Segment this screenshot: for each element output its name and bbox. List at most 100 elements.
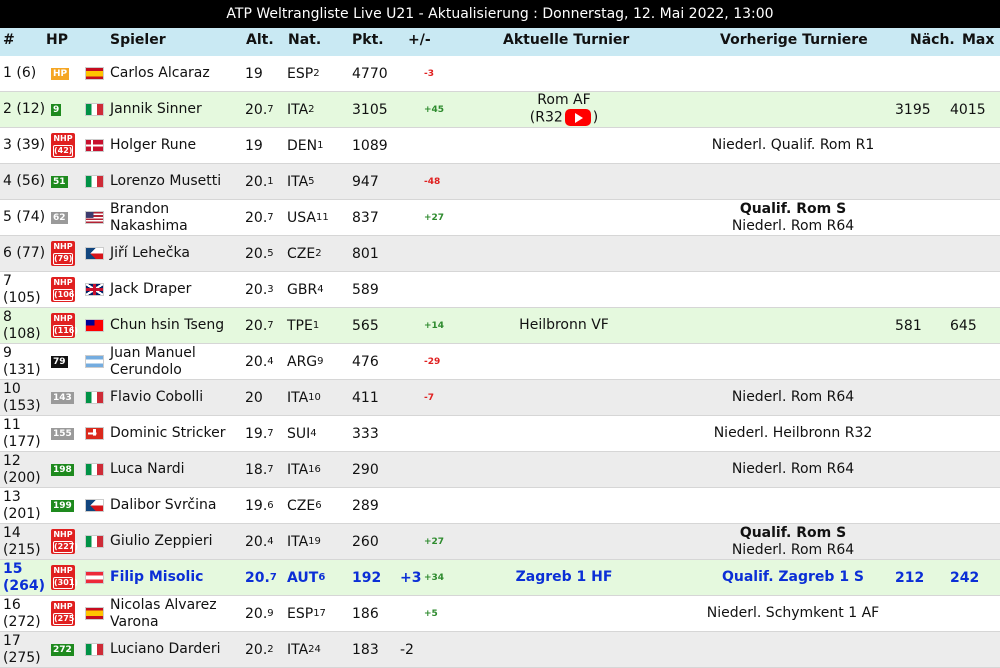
nation-code: ITA xyxy=(287,101,309,118)
table-row[interactable]: 4 (56) 51 Lorenzo Musetti 20. 1 ITA 5 947 -48 xyxy=(0,164,1000,200)
points-change-cell: +5 xyxy=(424,608,438,619)
col-previous[interactable]: Vorherige Turniere xyxy=(720,28,868,53)
previous-tournaments-cell: Niederl. Heilbronn R32 xyxy=(662,416,924,451)
age-decimal: 4 xyxy=(267,356,274,367)
player-name[interactable]: Holger Rune xyxy=(110,128,250,163)
nation-cell: ITA 19 xyxy=(287,524,347,559)
col-pts[interactable]: Pkt. xyxy=(352,28,384,53)
player-name[interactable]: Carlos Alcaraz xyxy=(110,56,250,91)
player-name[interactable]: Juan Manuel Cerundolo xyxy=(110,344,250,379)
table-row[interactable]: 8 (108) NHP (116) Chun hsin Tseng 20. 7 TPE 1 56… xyxy=(0,308,1000,344)
previous-tournaments-cell xyxy=(662,92,924,127)
age-value: 20. xyxy=(245,641,268,658)
previous-tournaments-cell: Qualif. Rom S Niederl. Rom R64 xyxy=(662,200,924,235)
hp-badge: 62 xyxy=(51,211,68,224)
player-name[interactable]: Dalibor Svrčina xyxy=(110,488,250,523)
player-name[interactable]: Chun hsin Tseng xyxy=(110,308,250,343)
age-cell: 20. 4 xyxy=(245,344,290,379)
age-decimal: 4 xyxy=(267,536,274,547)
table-row[interactable]: 13 (201) 199 Dalibor Svrčina 19. 6 CZE 6 289 xyxy=(0,488,1000,524)
age-value: 20. xyxy=(245,317,268,334)
current-tournament: Heilbronn VF xyxy=(519,317,609,333)
age-cell: 20. 5 xyxy=(245,236,290,271)
previous-result: Qualif. Rom S xyxy=(739,524,847,541)
nation-cell: ESP 17 xyxy=(287,596,347,631)
nation-rank: 2 xyxy=(313,68,320,79)
table-row[interactable]: 17 (275) 272 Luciano Darderi 20. 2 ITA 24 183 -2 xyxy=(0,632,1000,668)
hp-badge: NHP (116) xyxy=(51,313,78,338)
table-row[interactable]: 6 (77) NHP (79) Jiří Lehečka 20. 5 CZE 2 801 xyxy=(0,236,1000,272)
table-row[interactable]: 2 (12) 9 Jannik Sinner 20. 7 ITA 2 3105 +45 Rom A… xyxy=(0,92,1000,128)
table-row[interactable]: 7 (105) NHP (106) Jack Draper 20. 3 GBR 4 589 xyxy=(0,272,1000,308)
previous-result: Niederl. Schymkent 1 AF xyxy=(706,605,880,621)
table-row[interactable]: 3 (39) NHP (42) Holger Rune 19 DEN 1 1089 Nieder… xyxy=(0,128,1000,164)
rank-cell: 7 (105) xyxy=(3,272,41,306)
previous-result: Niederl. Rom R64 xyxy=(731,461,855,477)
player-name[interactable]: Jiří Lehečka xyxy=(110,236,250,271)
page-title: ATP Weltrangliste Live U21 - Aktualisier… xyxy=(0,0,1000,28)
age-cell: 20. 7 xyxy=(245,200,290,235)
player-name[interactable]: Giulio Zeppieri xyxy=(110,524,250,559)
table-row[interactable]: 14 (215) NHP (227) Giulio Zeppieri 20. 4 ITA 19… xyxy=(0,524,1000,560)
player-name[interactable]: Filip Misolic xyxy=(110,560,250,595)
table-row[interactable]: 9 (131) 79 Juan Manuel Cerundolo 20. 4 ARG 9 47… xyxy=(0,344,1000,380)
points-cell: 333 xyxy=(352,425,379,442)
hp-badge: NHP (42) xyxy=(51,133,75,158)
youtube-icon[interactable] xyxy=(564,109,591,127)
col-age[interactable]: Alt. xyxy=(246,28,274,53)
player-name[interactable]: Flavio Cobolli xyxy=(110,380,250,415)
nation-rank: 19 xyxy=(308,536,321,547)
player-name[interactable]: Nicolas Alvarez Varona xyxy=(110,596,250,631)
player-name[interactable]: Brandon Nakashima xyxy=(110,200,250,235)
nation-code: AUT xyxy=(287,569,319,586)
flag-cell xyxy=(85,128,104,163)
max-points-cell xyxy=(950,236,995,271)
col-next[interactable]: Näch. xyxy=(910,28,955,53)
col-max[interactable]: Max xyxy=(962,28,994,53)
rank-change-cell xyxy=(400,128,426,163)
player-name[interactable]: Dominic Stricker xyxy=(110,416,250,451)
current-tournament-cell xyxy=(474,164,654,199)
flag-cell xyxy=(85,452,104,487)
rank-change-cell: -2 xyxy=(400,641,414,658)
table-row[interactable]: 11 (177) 155 Dominic Stricker 19. 7 SUI 4 333 Ni… xyxy=(0,416,1000,452)
player-name[interactable]: Luciano Darderi xyxy=(110,632,250,667)
col-nat[interactable]: Nat. xyxy=(288,28,321,53)
nation-rank: 16 xyxy=(308,464,321,475)
player-name[interactable]: Luca Nardi xyxy=(110,452,250,487)
flag-icon xyxy=(85,247,104,260)
points-cell: 801 xyxy=(352,245,379,262)
table-row[interactable]: 10 (153) 143 Flavio Cobolli 20 ITA 10 411 -7 Nie… xyxy=(0,380,1000,416)
rank-cell: 14 (215) xyxy=(3,524,41,558)
table-row[interactable]: 16 (272) NHP (275) Nicolas Alvarez Varona 20… xyxy=(0,596,1000,632)
table-row[interactable]: 1 (6) HP Carlos Alcaraz 19 ESP 2 4770 -3 xyxy=(0,56,1000,92)
table-row[interactable]: 15 (264) NHP (301) Filip Misolic 20. 7 AUT 6 192… xyxy=(0,560,1000,596)
rank-change-cell xyxy=(400,344,426,379)
max-points-cell xyxy=(950,416,995,451)
flag-icon xyxy=(85,283,104,296)
points-change-cell xyxy=(424,488,454,523)
flag-icon xyxy=(85,103,104,116)
current-round: (R32) xyxy=(530,109,598,127)
nation-cell: USA 11 xyxy=(287,200,347,235)
col-plusminus[interactable]: +/- xyxy=(408,28,431,53)
player-name[interactable]: Jannik Sinner xyxy=(110,92,250,127)
nation-rank: 6 xyxy=(315,500,322,511)
rank-cell: 11 (177) xyxy=(3,416,41,450)
col-rank[interactable]: # xyxy=(3,28,15,53)
next-points-cell xyxy=(895,200,950,235)
current-tournament-cell xyxy=(474,236,654,271)
points-change-cell xyxy=(424,452,454,487)
col-current[interactable]: Aktuelle Turnier xyxy=(503,28,629,53)
player-name[interactable]: Lorenzo Musetti xyxy=(110,164,250,199)
table-row[interactable]: 5 (74) 62 Brandon Nakashima 20. 7 USA 11 837 +27… xyxy=(0,200,1000,236)
player-name[interactable]: Jack Draper xyxy=(110,272,250,307)
next-points-cell xyxy=(895,632,950,667)
col-player[interactable]: Spieler xyxy=(110,28,166,53)
rank-cell: 5 (74) xyxy=(3,209,46,225)
table-row[interactable]: 12 (200) 198 Luca Nardi 18. 7 ITA 16 290 Niederl… xyxy=(0,452,1000,488)
col-hp[interactable]: HP xyxy=(46,28,68,53)
rank-cell: 3 (39) xyxy=(3,137,46,153)
hp-badge-cell: 199 xyxy=(51,488,79,523)
rank-cell: 2 (12) xyxy=(3,101,46,117)
